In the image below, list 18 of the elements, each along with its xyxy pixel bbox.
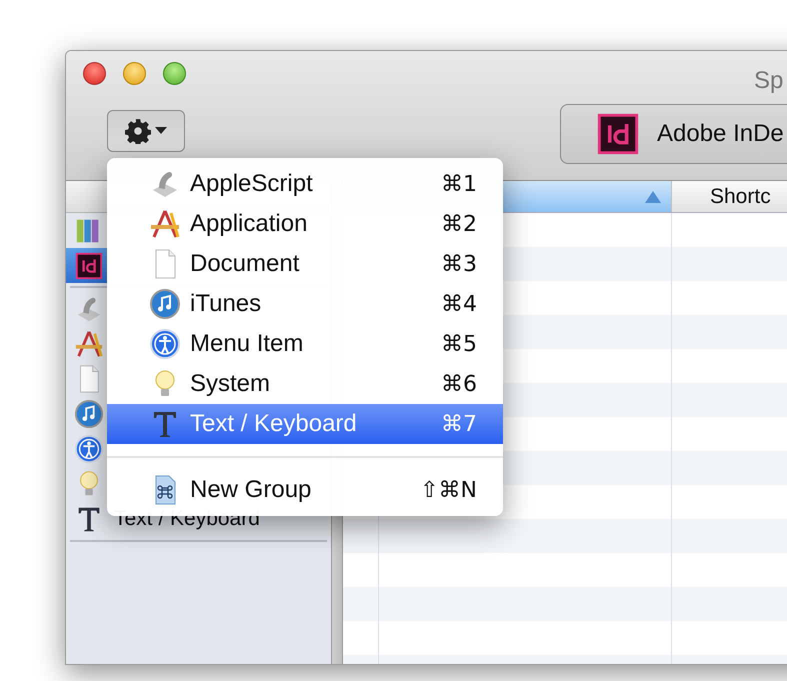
shortcut-label: ⌘4 <box>441 290 477 318</box>
shortcut-label: ⇧⌘N <box>420 476 477 504</box>
menu-item-label: Document <box>190 249 300 279</box>
shortcut-label: ⌘7 <box>441 410 477 438</box>
menu-item-label: iTunes <box>190 289 262 319</box>
menu-item-label: New Group <box>190 475 312 505</box>
window-title: Sp <box>754 66 784 96</box>
sidebar-item-label: Text / Keyboard <box>114 506 260 532</box>
menu-item-label: Text / Keyboard <box>190 409 357 439</box>
menu-item-label: Application <box>190 209 308 239</box>
shortcut-label: ⌘3 <box>441 250 477 278</box>
menu-item-label: System <box>190 369 270 399</box>
shortcut-label: ⌘1 <box>441 170 477 198</box>
shortcut-label: ⌘2 <box>441 210 477 238</box>
menu-item-label: AppleScript <box>190 169 313 199</box>
shortcut-label: ⌘6 <box>441 370 477 398</box>
shortcut-label: ⌘5 <box>441 330 477 358</box>
menu-item-label: Menu Item <box>190 329 304 359</box>
